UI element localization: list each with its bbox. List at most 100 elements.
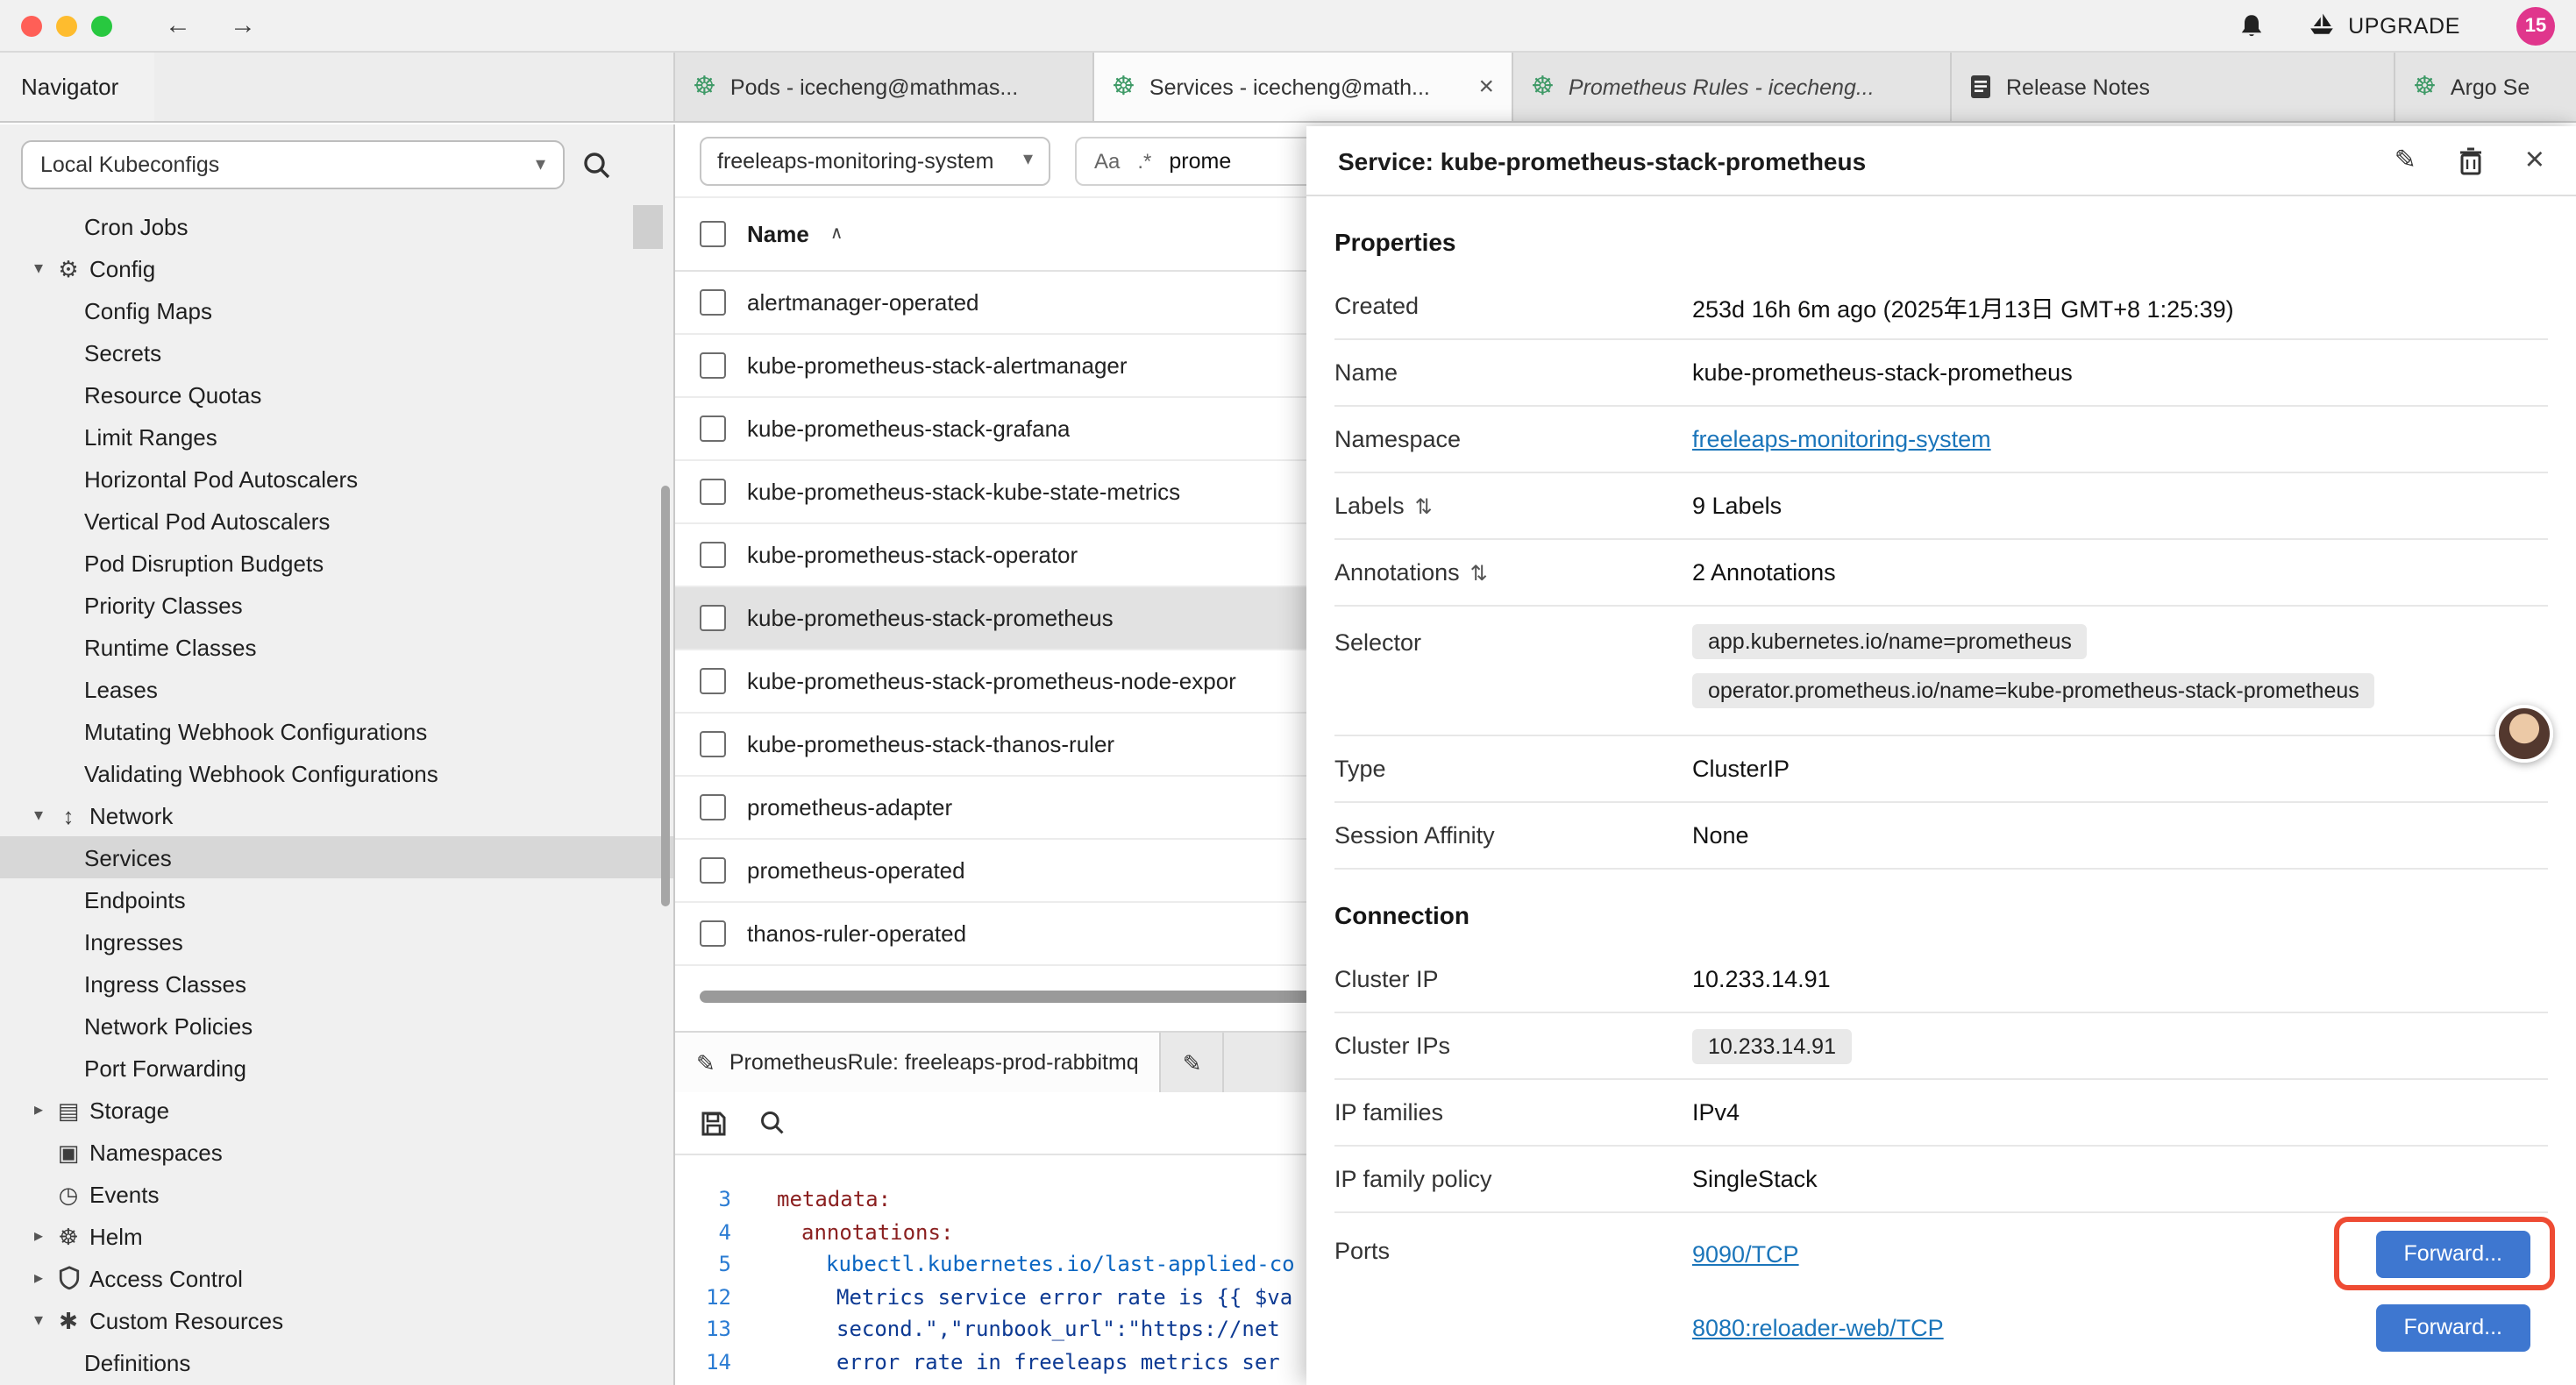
row-checkbox[interactable] — [700, 479, 726, 505]
sidebar-item-namespaces[interactable]: ▣Namespaces — [0, 1131, 673, 1173]
edit-icon: ✎ — [696, 1051, 715, 1074]
window-controls — [21, 15, 112, 36]
tab-prometheus-rules[interactable]: ☸ Prometheus Rules - icecheng... — [1513, 53, 1952, 121]
tab-pods[interactable]: ☸ Pods - icecheng@mathmas... — [675, 53, 1094, 121]
delete-icon[interactable] — [2459, 146, 2483, 174]
row-checkbox[interactable] — [700, 542, 726, 568]
edit-icon: ✎ — [1183, 1051, 1202, 1074]
sidebar-item-leases[interactable]: Leases — [0, 668, 673, 710]
sidebar-item-ingresses[interactable]: Ingresses — [0, 920, 673, 962]
tab-release-notes[interactable]: Release Notes — [1952, 53, 2395, 121]
sidebar-item-validating-webhook-configurations[interactable]: Validating Webhook Configurations — [0, 752, 673, 794]
sidebar-item-config[interactable]: ▾⚙Config — [0, 247, 673, 289]
port-link-9090[interactable]: 9090/TCP — [1692, 1240, 1799, 1267]
sidebar-item-definitions[interactable]: Definitions — [0, 1341, 673, 1383]
port-link-8080[interactable]: 8080:reloader-web/TCP — [1692, 1314, 1944, 1340]
search-icon[interactable] — [582, 150, 612, 180]
expand-toggle-icon[interactable]: ⇅ — [1415, 494, 1433, 518]
forward-button-8080[interactable]: Forward... — [2375, 1303, 2530, 1351]
clock-icon: ◷ — [53, 1183, 84, 1205]
back-button[interactable]: ← — [154, 12, 202, 39]
navigator-panel-title: Navigator — [0, 53, 154, 121]
tab-argo[interactable]: ☸ Argo Se — [2395, 53, 2576, 121]
sidebar-item-resource-quotas[interactable]: Resource Quotas — [0, 373, 673, 416]
notification-badge[interactable]: 15 — [2516, 6, 2555, 45]
window-close-button[interactable] — [21, 15, 42, 36]
section-heading-properties: Properties — [1306, 196, 2576, 273]
row-checkbox[interactable] — [700, 920, 726, 947]
chevron-down-icon: ▾ — [25, 259, 53, 278]
save-icon[interactable] — [700, 1109, 728, 1137]
detail-panel-body: Properties Created 253d 16h 6m ago (2025… — [1306, 196, 2576, 1385]
sidebar-scrollbar[interactable] — [661, 486, 670, 906]
dock-tab-next[interactable]: ✎ — [1162, 1033, 1225, 1092]
chevron-down-icon: ▾ — [25, 806, 53, 825]
edit-icon[interactable]: ✎ — [2395, 147, 2416, 174]
select-all-checkbox[interactable] — [700, 221, 726, 247]
row-checkbox[interactable] — [700, 289, 726, 316]
match-case-toggle[interactable]: Aa — [1094, 148, 1120, 173]
sidebar-item-endpoints[interactable]: Endpoints — [0, 878, 673, 920]
sidebar-item-priority-classes[interactable]: Priority Classes — [0, 584, 673, 626]
chevron-right-icon: ▸ — [25, 1226, 53, 1246]
sidebar-item-port-forwarding[interactable]: Port Forwarding — [0, 1047, 673, 1089]
service-detail-panel: Service: kube-prometheus-stack-prometheu… — [1306, 126, 2576, 1385]
sidebar-item-cron-jobs[interactable]: Cron Jobs — [0, 205, 673, 247]
close-tab-icon[interactable]: × — [1478, 72, 1494, 102]
detail-row-ports: Ports 9090/TCP Forward... 8080:reloader-… — [1334, 1213, 2548, 1353]
sidebar-scrollbar-thumb[interactable] — [633, 205, 663, 249]
row-checkbox[interactable] — [700, 416, 726, 442]
row-checkbox[interactable] — [700, 668, 726, 694]
forward-button[interactable]: → — [219, 12, 267, 39]
sidebar-item-network-policies[interactable]: Network Policies — [0, 1005, 673, 1047]
panel-title: Service: kube-prometheus-stack-prometheu… — [1338, 146, 2352, 174]
sidebar-item-limit-ranges[interactable]: Limit Ranges — [0, 416, 673, 458]
window-minimize-button[interactable] — [56, 15, 77, 36]
sidebar-item-access-control[interactable]: ▸Access Control — [0, 1257, 673, 1299]
close-icon[interactable]: × — [2525, 144, 2544, 177]
sidebar-item-ingress-classes[interactable]: Ingress Classes — [0, 962, 673, 1005]
namespace-filter[interactable]: freeleaps-monitoring-system ▾ — [700, 136, 1050, 185]
row-checkbox[interactable] — [700, 731, 726, 757]
forward-button-9090[interactable]: Forward... — [2375, 1230, 2530, 1277]
shield-icon — [53, 1265, 84, 1290]
detail-row-namespace: Namespace freeleaps-monitoring-system — [1334, 407, 2548, 473]
row-checkbox[interactable] — [700, 857, 726, 884]
expand-toggle-icon[interactable]: ⇅ — [1470, 560, 1488, 585]
sidebar-item-events[interactable]: ◷Events — [0, 1173, 673, 1215]
chevron-right-icon: ▸ — [25, 1268, 53, 1288]
sidebar-item-network[interactable]: ▾↕Network — [0, 794, 673, 836]
editor-search-icon[interactable] — [759, 1110, 786, 1136]
dock-tab-prometheusrule[interactable]: ✎ PrometheusRule: freeleaps-prod-rabbitm… — [675, 1033, 1162, 1092]
search-input[interactable]: prome — [1169, 148, 1231, 173]
app-window: ← → UPGRADE 15 Navigator ☸ Pods - iceche… — [0, 0, 2576, 1385]
sidebar-item-runtime-classes[interactable]: Runtime Classes — [0, 626, 673, 668]
sidebar-item-vertical-pod-autoscalers[interactable]: Vertical Pod Autoscalers — [0, 500, 673, 542]
window-zoom-button[interactable] — [91, 15, 112, 36]
sidebar-item-secrets[interactable]: Secrets — [0, 331, 673, 373]
sidebar-item-helm[interactable]: ▸☸Helm — [0, 1215, 673, 1257]
sidebar-item-horizontal-pod-autoscalers[interactable]: Horizontal Pod Autoscalers — [0, 458, 673, 500]
detail-row-ip-family-policy: IP family policy SingleStack — [1334, 1147, 2548, 1213]
storage-icon: ▤ — [53, 1098, 84, 1121]
tab-bar: Navigator ☸ Pods - icecheng@mathmas... ☸… — [0, 53, 2576, 123]
sidebar-item-services[interactable]: Services — [0, 836, 673, 878]
namespace-link[interactable]: freeleaps-monitoring-system — [1692, 426, 1991, 452]
tab-services[interactable]: ☸ Services - icecheng@math... × — [1094, 53, 1513, 121]
navigator-tree: Cron Jobs ▾⚙Config Config Maps Secrets R… — [0, 205, 673, 1385]
row-checkbox[interactable] — [700, 352, 726, 379]
upgrade-button[interactable]: UPGRADE — [2308, 12, 2460, 39]
sidebar-item-pod-disruption-budgets[interactable]: Pod Disruption Budgets — [0, 542, 673, 584]
sidebar-item-config-maps[interactable]: Config Maps — [0, 289, 673, 331]
user-avatar[interactable] — [2495, 705, 2553, 763]
row-checkbox[interactable] — [700, 794, 726, 820]
detail-row-annotations: Annotations⇅ 2 Annotations — [1334, 540, 2548, 607]
sidebar-item-storage[interactable]: ▸▤Storage — [0, 1089, 673, 1131]
name-column-header[interactable]: Name — [747, 221, 809, 247]
sidebar-item-mutating-webhook-configurations[interactable]: Mutating Webhook Configurations — [0, 710, 673, 752]
row-checkbox[interactable] — [700, 605, 726, 631]
kubeconfig-selector[interactable]: Local Kubeconfigs ▾ — [21, 140, 565, 189]
notifications-bell-icon[interactable] — [2238, 11, 2266, 39]
regex-toggle[interactable]: .* — [1137, 148, 1151, 173]
sidebar-item-custom-resources[interactable]: ▾✱Custom Resources — [0, 1299, 673, 1341]
